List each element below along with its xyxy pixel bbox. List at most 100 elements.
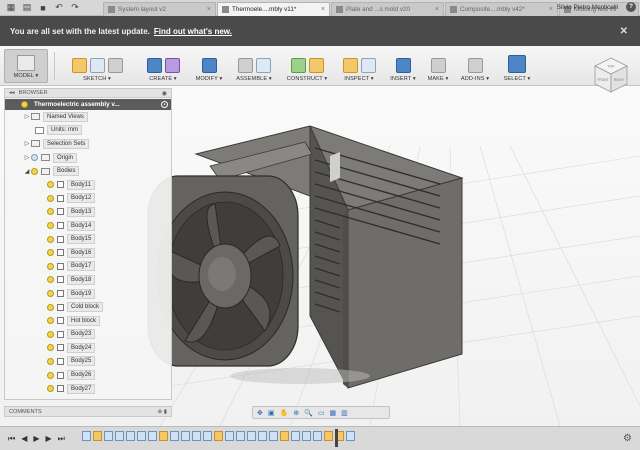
sketch-icon[interactable] [71, 58, 87, 73]
undo-icon[interactable]: ↶ [54, 2, 64, 13]
body-item[interactable]: Body23 [5, 328, 171, 342]
step-back-icon[interactable]: ◀ [21, 434, 27, 444]
tab-system-layout[interactable]: System layout v2 × [103, 1, 216, 16]
timeline-feature[interactable] [170, 431, 179, 441]
add-ins-group[interactable]: ADD-INS ▾ [458, 46, 492, 86]
browser-header[interactable]: ◂◂ BROWSER ◉ [5, 89, 171, 98]
expand-arrow-icon[interactable]: ▷ [23, 113, 31, 120]
cube-face-front[interactable]: FRONT [597, 78, 608, 82]
grid-settings-icon[interactable]: ▦ [329, 409, 336, 417]
body-item[interactable]: Body18 [5, 273, 171, 287]
close-icon[interactable]: × [549, 6, 553, 13]
view-cube[interactable]: TOP FRONT RIGHT [592, 56, 630, 94]
body-item[interactable]: Cold block [5, 300, 171, 314]
close-icon[interactable]: × [207, 6, 211, 13]
timeline-feature[interactable] [126, 431, 135, 441]
go-to-start-icon[interactable]: ⏮ [8, 434, 15, 444]
create-group[interactable]: CREATE ▾ [138, 46, 188, 86]
line-icon[interactable] [89, 58, 105, 73]
body-item[interactable]: Body12 [5, 192, 171, 206]
timeline-feature[interactable] [247, 431, 256, 441]
timeline-feature[interactable] [291, 431, 300, 441]
timeline-feature[interactable] [192, 431, 201, 441]
comments-panel[interactable]: COMMENTS ⊕ ▮ [4, 406, 172, 417]
joint-icon[interactable] [237, 58, 253, 73]
grid-icon[interactable]: ▦ [6, 2, 16, 13]
timeline-feature[interactable] [82, 431, 91, 441]
timeline-feature[interactable] [115, 431, 124, 441]
collapse-icon[interactable]: ◂◂ [9, 90, 15, 96]
close-icon[interactable]: × [435, 6, 439, 13]
tree-node[interactable]: Units: mm [5, 124, 171, 138]
redo-icon[interactable]: ↷ [70, 2, 80, 13]
activate-icon[interactable]: • [161, 101, 168, 108]
gear-icon[interactable]: ⚙ [623, 433, 632, 444]
body-item[interactable]: Body16 [5, 246, 171, 260]
visibility-bulb-icon[interactable] [31, 154, 38, 162]
timeline-feature[interactable] [258, 431, 267, 441]
scripts-icon[interactable] [467, 58, 483, 73]
timeline-feature[interactable] [313, 431, 322, 441]
cube-face-right[interactable]: RIGHT [614, 78, 624, 82]
tree-node[interactable]: ▷ Origin [5, 151, 171, 165]
offset-plane-icon[interactable] [290, 58, 306, 73]
timeline-feature[interactable] [324, 431, 333, 441]
construct-group[interactable]: CONSTRUCT ▾ [284, 46, 330, 86]
timeline-feature[interactable] [214, 431, 223, 441]
body-item[interactable]: Hot block [5, 314, 171, 328]
viewports-icon[interactable]: ▥ [341, 409, 348, 417]
select-icon[interactable] [508, 55, 526, 73]
insert-image-icon[interactable] [395, 58, 411, 73]
timeline-feature[interactable] [269, 431, 278, 441]
form-icon[interactable] [164, 58, 180, 73]
measure-icon[interactable] [342, 58, 358, 73]
tab-plate[interactable]: Plate and ...s mold v20 × [331, 1, 444, 16]
visibility-bulb-icon[interactable] [21, 101, 28, 108]
help-icon[interactable]: ? [626, 2, 636, 12]
close-icon[interactable]: × [321, 6, 325, 13]
body-item[interactable]: Body19 [5, 287, 171, 301]
look-at-icon[interactable]: ▣ [268, 409, 275, 417]
orbit-icon[interactable]: ✥ [257, 409, 263, 417]
visibility-bulb-icon[interactable] [47, 357, 54, 365]
body-item[interactable]: Body17 [5, 260, 171, 274]
body-item[interactable]: Body14 [5, 219, 171, 233]
tree-node[interactable]: ◢ Bodies [5, 164, 171, 178]
whats-new-link[interactable]: Find out what's new. [154, 27, 232, 36]
save-icon[interactable]: ■ [38, 3, 48, 13]
insert-group[interactable]: INSERT ▾ [388, 46, 418, 86]
pan-icon[interactable]: ✋ [280, 409, 289, 417]
timeline-feature[interactable] [104, 431, 113, 441]
tree-node[interactable]: ▷ Named Views [5, 110, 171, 124]
press-pull-icon[interactable] [201, 58, 217, 73]
visibility-bulb-icon[interactable] [47, 371, 54, 379]
timeline-feature[interactable] [137, 431, 146, 441]
file-icon[interactable]: ▤ [22, 2, 32, 13]
timeline-feature[interactable] [225, 431, 234, 441]
user-name[interactable]: Silvio Pietro Monticelli [557, 4, 618, 11]
tree-node[interactable]: ▷ Selection Sets [5, 137, 171, 151]
visibility-bulb-icon[interactable] [47, 344, 54, 352]
cube-face-top[interactable]: TOP [607, 65, 615, 69]
visibility-bulb-icon[interactable] [47, 194, 54, 202]
inspect-group[interactable]: INSPECT ▾ [338, 46, 380, 86]
extrude-icon[interactable] [146, 58, 162, 73]
visibility-bulb-icon[interactable] [47, 317, 54, 325]
body-item[interactable]: Body25 [5, 355, 171, 369]
body-item[interactable]: Body13 [5, 205, 171, 219]
visibility-bulb-icon[interactable] [47, 290, 54, 298]
visibility-bulb-icon[interactable] [47, 222, 54, 230]
expand-arrow-icon[interactable]: ◢ [23, 168, 31, 175]
pin-icon[interactable]: ◉ [162, 90, 167, 97]
timeline-feature[interactable] [148, 431, 157, 441]
timeline-feature[interactable] [346, 431, 355, 441]
go-to-end-icon[interactable]: ⏭ [58, 434, 65, 444]
make-group[interactable]: MAKE ▾ [424, 46, 452, 86]
select-group[interactable]: SELECT ▾ [500, 46, 534, 86]
timeline-feature[interactable] [302, 431, 311, 441]
visibility-bulb-icon[interactable] [47, 276, 54, 284]
body-item[interactable]: Body11 [5, 178, 171, 192]
tab-thermoelectric[interactable]: Thermoele....mbly v11* × [217, 1, 330, 16]
zoom-icon[interactable]: ⊕ [293, 409, 299, 417]
body-item[interactable]: Body24 [5, 341, 171, 355]
